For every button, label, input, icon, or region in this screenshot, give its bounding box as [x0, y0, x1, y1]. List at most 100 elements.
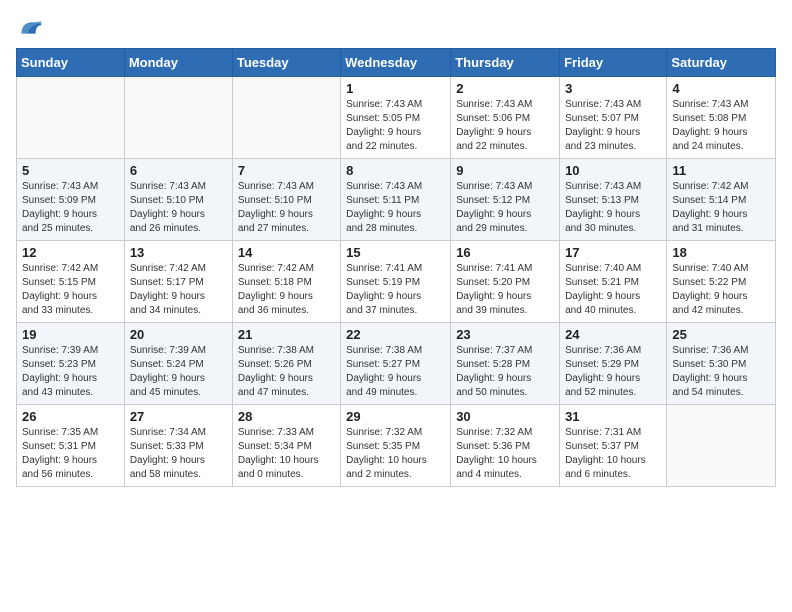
calendar-cell: 13 Sunrise: 7:42 AM Sunset: 5:17 PM Dayli…	[124, 241, 232, 323]
day-number: 5	[22, 163, 119, 178]
day-number: 11	[672, 163, 770, 178]
calendar-cell: 11 Sunrise: 7:42 AM Sunset: 5:14 PM Dayli…	[667, 159, 776, 241]
day-number: 1	[346, 81, 445, 96]
day-number: 17	[565, 245, 661, 260]
day-info: Sunrise: 7:32 AM Sunset: 5:36 PM Dayligh…	[456, 426, 554, 482]
day-info: Sunrise: 7:43 AM Sunset: 5:09 PM Dayligh…	[22, 180, 119, 236]
calendar-cell: 27 Sunrise: 7:34 AM Sunset: 5:33 PM Dayli…	[124, 405, 232, 487]
calendar-cell: 26Sunrise: 7:35 AM Sunset: 5:31 PM Dayli…	[17, 405, 125, 487]
calendar-cell: 4 Sunrise: 7:43 AM Sunset: 5:08 PM Daylig…	[667, 77, 776, 159]
day-info: Sunrise: 7:42 AM Sunset: 5:17 PM Dayligh…	[130, 262, 227, 318]
calendar-week-2: 5 Sunrise: 7:43 AM Sunset: 5:09 PM Daylig…	[17, 159, 776, 241]
day-header-saturday: Saturday	[667, 49, 776, 77]
day-info: Sunrise: 7:40 AM Sunset: 5:22 PM Dayligh…	[672, 262, 770, 318]
day-number: 24	[565, 327, 661, 342]
day-header-monday: Monday	[124, 49, 232, 77]
calendar-header: SundayMondayTuesdayWednesdayThursdayFrid…	[17, 49, 776, 77]
day-number: 3	[565, 81, 661, 96]
day-info: Sunrise: 7:39 AM Sunset: 5:24 PM Dayligh…	[130, 344, 227, 400]
day-info: Sunrise: 7:43 AM Sunset: 5:05 PM Dayligh…	[346, 98, 445, 154]
day-header-thursday: Thursday	[451, 49, 560, 77]
day-info: Sunrise: 7:43 AM Sunset: 5:08 PM Dayligh…	[672, 98, 770, 154]
day-number: 9	[456, 163, 554, 178]
calendar-cell: 20 Sunrise: 7:39 AM Sunset: 5:24 PM Dayli…	[124, 323, 232, 405]
day-header-wednesday: Wednesday	[341, 49, 451, 77]
calendar-cell	[124, 77, 232, 159]
day-number: 22	[346, 327, 445, 342]
calendar-week-4: 19 Sunrise: 7:39 AM Sunset: 5:23 PM Dayli…	[17, 323, 776, 405]
page: SundayMondayTuesdayWednesdayThursdayFrid…	[0, 0, 792, 497]
calendar-cell: 8Sunrise: 7:43 AM Sunset: 5:11 PM Daylig…	[341, 159, 451, 241]
calendar-body: 1 Sunrise: 7:43 AM Sunset: 5:05 PM Daylig…	[17, 77, 776, 487]
day-info: Sunrise: 7:41 AM Sunset: 5:19 PM Dayligh…	[346, 262, 445, 318]
calendar-cell: 18 Sunrise: 7:40 AM Sunset: 5:22 PM Dayli…	[667, 241, 776, 323]
day-info: Sunrise: 7:36 AM Sunset: 5:30 PM Dayligh…	[672, 344, 770, 400]
day-number: 15	[346, 245, 445, 260]
day-info: Sunrise: 7:43 AM Sunset: 5:10 PM Dayligh…	[130, 180, 227, 236]
logo-icon	[16, 14, 44, 42]
calendar-cell: 7Sunrise: 7:43 AM Sunset: 5:10 PM Daylig…	[232, 159, 340, 241]
day-number: 2	[456, 81, 554, 96]
calendar-cell: 3Sunrise: 7:43 AM Sunset: 5:07 PM Daylig…	[560, 77, 667, 159]
day-number: 8	[346, 163, 445, 178]
day-number: 28	[238, 409, 335, 424]
day-info: Sunrise: 7:41 AM Sunset: 5:20 PM Dayligh…	[456, 262, 554, 318]
day-info: Sunrise: 7:43 AM Sunset: 5:13 PM Dayligh…	[565, 180, 661, 236]
day-number: 16	[456, 245, 554, 260]
day-number: 31	[565, 409, 661, 424]
day-number: 7	[238, 163, 335, 178]
calendar-cell: 28Sunrise: 7:33 AM Sunset: 5:34 PM Dayli…	[232, 405, 340, 487]
day-number: 21	[238, 327, 335, 342]
day-number: 25	[672, 327, 770, 342]
day-info: Sunrise: 7:43 AM Sunset: 5:12 PM Dayligh…	[456, 180, 554, 236]
calendar-cell: 12Sunrise: 7:42 AM Sunset: 5:15 PM Dayli…	[17, 241, 125, 323]
calendar-cell: 5 Sunrise: 7:43 AM Sunset: 5:09 PM Daylig…	[17, 159, 125, 241]
day-number: 23	[456, 327, 554, 342]
calendar-cell	[667, 405, 776, 487]
day-info: Sunrise: 7:34 AM Sunset: 5:33 PM Dayligh…	[130, 426, 227, 482]
calendar-cell: 1 Sunrise: 7:43 AM Sunset: 5:05 PM Daylig…	[341, 77, 451, 159]
day-header-sunday: Sunday	[17, 49, 125, 77]
day-number: 19	[22, 327, 119, 342]
day-number: 27	[130, 409, 227, 424]
day-info: Sunrise: 7:38 AM Sunset: 5:26 PM Dayligh…	[238, 344, 335, 400]
day-number: 4	[672, 81, 770, 96]
calendar-cell: 24 Sunrise: 7:36 AM Sunset: 5:29 PM Dayli…	[560, 323, 667, 405]
calendar-week-5: 26Sunrise: 7:35 AM Sunset: 5:31 PM Dayli…	[17, 405, 776, 487]
day-info: Sunrise: 7:42 AM Sunset: 5:15 PM Dayligh…	[22, 262, 119, 318]
calendar-cell: 31Sunrise: 7:31 AM Sunset: 5:37 PM Dayli…	[560, 405, 667, 487]
day-info: Sunrise: 7:42 AM Sunset: 5:18 PM Dayligh…	[238, 262, 335, 318]
calendar-cell: 22Sunrise: 7:38 AM Sunset: 5:27 PM Dayli…	[341, 323, 451, 405]
day-info: Sunrise: 7:36 AM Sunset: 5:29 PM Dayligh…	[565, 344, 661, 400]
calendar-cell: 25 Sunrise: 7:36 AM Sunset: 5:30 PM Dayli…	[667, 323, 776, 405]
day-info: Sunrise: 7:39 AM Sunset: 5:23 PM Dayligh…	[22, 344, 119, 400]
calendar-week-3: 12Sunrise: 7:42 AM Sunset: 5:15 PM Dayli…	[17, 241, 776, 323]
day-number: 10	[565, 163, 661, 178]
calendar-cell: 15 Sunrise: 7:41 AM Sunset: 5:19 PM Dayli…	[341, 241, 451, 323]
header	[16, 10, 776, 42]
day-info: Sunrise: 7:42 AM Sunset: 5:14 PM Dayligh…	[672, 180, 770, 236]
day-info: Sunrise: 7:40 AM Sunset: 5:21 PM Dayligh…	[565, 262, 661, 318]
calendar-cell	[232, 77, 340, 159]
calendar-cell: 14 Sunrise: 7:42 AM Sunset: 5:18 PM Dayli…	[232, 241, 340, 323]
day-number: 20	[130, 327, 227, 342]
calendar-cell: 9 Sunrise: 7:43 AM Sunset: 5:12 PM Daylig…	[451, 159, 560, 241]
day-number: 14	[238, 245, 335, 260]
calendar-cell: 23 Sunrise: 7:37 AM Sunset: 5:28 PM Dayli…	[451, 323, 560, 405]
calendar-cell: 2 Sunrise: 7:43 AM Sunset: 5:06 PM Daylig…	[451, 77, 560, 159]
calendar-cell: 6Sunrise: 7:43 AM Sunset: 5:10 PM Daylig…	[124, 159, 232, 241]
calendar-cell: 10 Sunrise: 7:43 AM Sunset: 5:13 PM Dayli…	[560, 159, 667, 241]
calendar-cell: 29Sunrise: 7:32 AM Sunset: 5:35 PM Dayli…	[341, 405, 451, 487]
calendar-cell: 30 Sunrise: 7:32 AM Sunset: 5:36 PM Dayli…	[451, 405, 560, 487]
header-row: SundayMondayTuesdayWednesdayThursdayFrid…	[17, 49, 776, 77]
day-info: Sunrise: 7:37 AM Sunset: 5:28 PM Dayligh…	[456, 344, 554, 400]
day-info: Sunrise: 7:43 AM Sunset: 5:06 PM Dayligh…	[456, 98, 554, 154]
day-number: 26	[22, 409, 119, 424]
calendar-cell: 19 Sunrise: 7:39 AM Sunset: 5:23 PM Dayli…	[17, 323, 125, 405]
day-number: 13	[130, 245, 227, 260]
day-number: 18	[672, 245, 770, 260]
day-info: Sunrise: 7:32 AM Sunset: 5:35 PM Dayligh…	[346, 426, 445, 482]
day-number: 30	[456, 409, 554, 424]
calendar-cell	[17, 77, 125, 159]
logo-area	[16, 10, 48, 42]
